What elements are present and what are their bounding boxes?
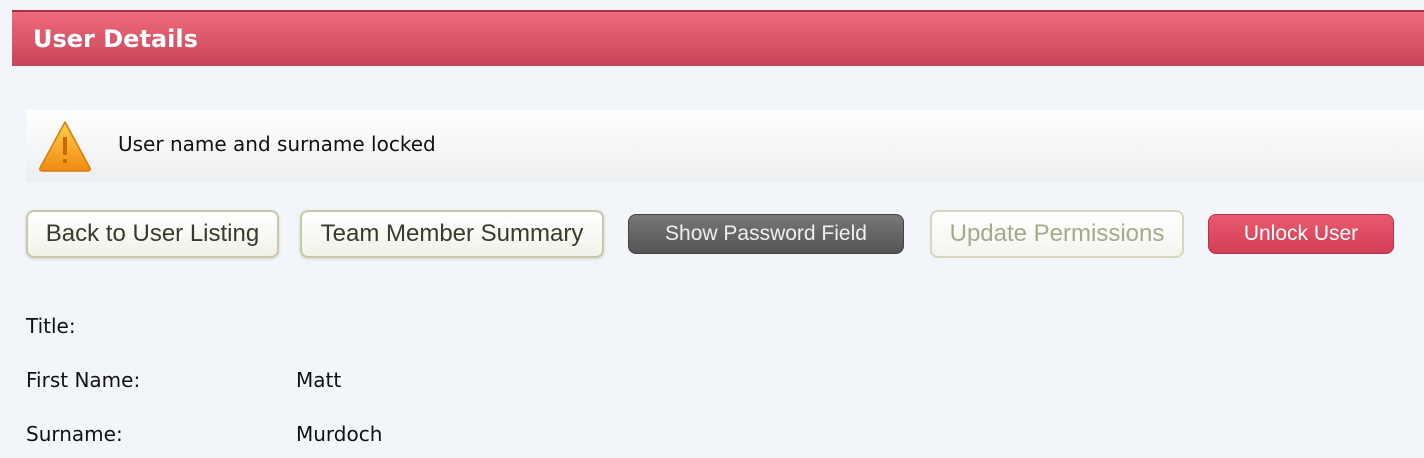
warning-icon xyxy=(37,118,93,174)
back-to-user-listing-button[interactable]: Back to User Listing xyxy=(26,210,279,258)
unlock-user-button[interactable]: Unlock User xyxy=(1208,214,1394,254)
page-title: User Details xyxy=(33,25,198,53)
surname-label: Surname: xyxy=(26,422,123,446)
team-member-summary-button[interactable]: Team Member Summary xyxy=(300,210,604,258)
lock-notice: User name and surname locked xyxy=(26,110,1424,182)
show-password-field-button[interactable]: Show Password Field xyxy=(628,214,904,254)
title-label: Title: xyxy=(26,314,76,338)
first-name-value: Matt xyxy=(296,368,342,392)
surname-value: Murdoch xyxy=(296,422,383,446)
update-permissions-button[interactable]: Update Permissions xyxy=(930,210,1184,258)
page-header: User Details xyxy=(12,10,1424,66)
first-name-label: First Name: xyxy=(26,368,141,392)
notice-message: User name and surname locked xyxy=(118,132,436,156)
